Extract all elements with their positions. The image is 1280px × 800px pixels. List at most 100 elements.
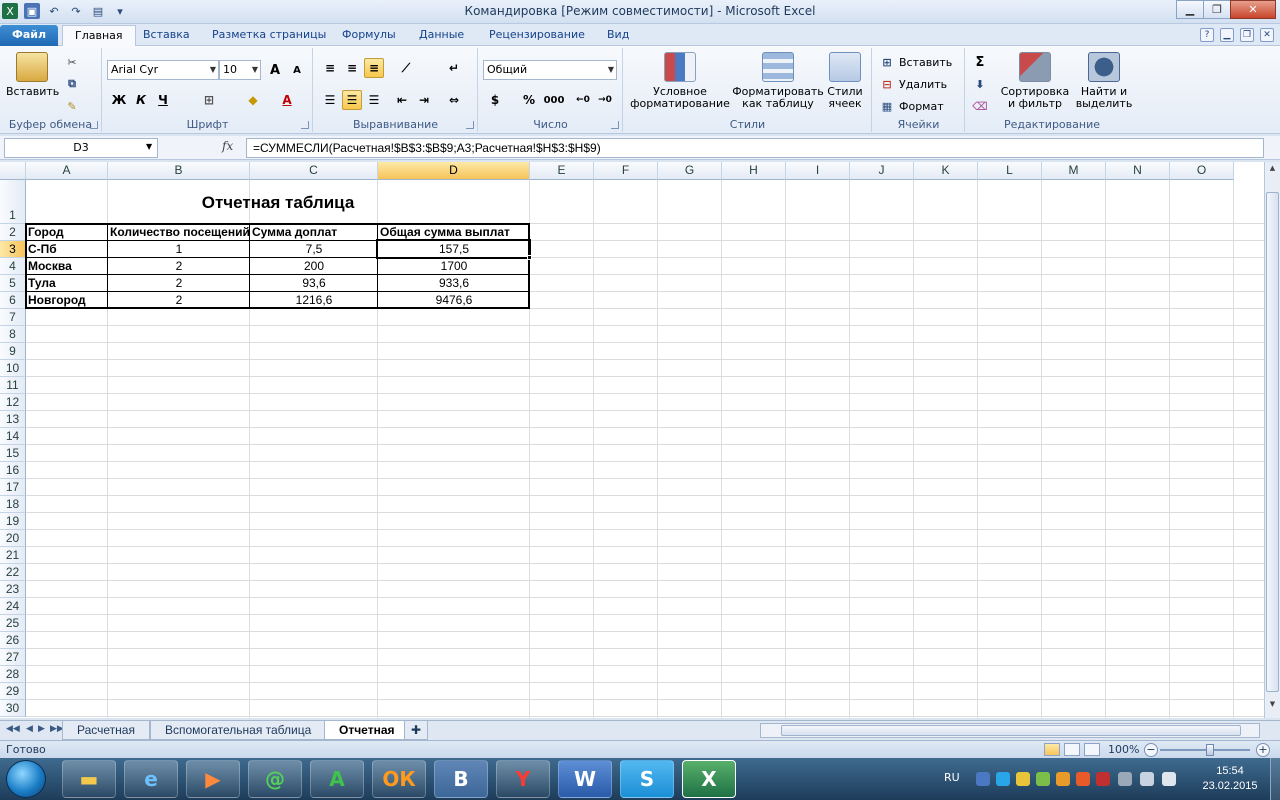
row-header[interactable]: 10 (0, 360, 26, 377)
signal-icon[interactable] (1140, 772, 1154, 786)
sheet-tab-vspomogatelnaya[interactable]: Вспомогательная таблица (150, 721, 327, 740)
insert-sheet-button[interactable]: ✚ (404, 721, 429, 740)
tab-formulas[interactable]: Формулы (330, 25, 408, 46)
table-data-cell[interactable]: 93,6 (250, 275, 378, 292)
adobe-taskbar-button[interactable]: A (310, 760, 364, 798)
table-data-cell[interactable]: 933,6 (378, 275, 530, 292)
align-bottom-button[interactable]: ≡ (364, 58, 384, 78)
minimize-button[interactable]: ▁ (1176, 0, 1204, 19)
row-header[interactable]: 12 (0, 394, 26, 411)
underline-button[interactable]: Ч (153, 90, 173, 110)
row-header[interactable]: 17 (0, 479, 26, 496)
alignment-launcher[interactable] (466, 121, 474, 129)
tab-data[interactable]: Данные (407, 25, 476, 46)
align-top-button[interactable]: ≡ (320, 58, 340, 78)
undo-icon[interactable]: ↶ (46, 3, 62, 19)
clear-button[interactable]: ⌫ (972, 96, 988, 116)
row-header[interactable]: 20 (0, 530, 26, 547)
volume-icon[interactable] (1162, 772, 1176, 786)
show-desktop-button[interactable] (1270, 758, 1280, 800)
format-as-table-button[interactable]: Форматировать как таблицу (732, 52, 824, 110)
bold-button[interactable]: Ж (109, 90, 129, 110)
save-icon[interactable]: ▣ (24, 3, 40, 19)
close-button[interactable]: ✕ (1230, 0, 1276, 19)
yandex-taskbar-button[interactable]: Y (496, 760, 550, 798)
tray-app2-icon[interactable] (1076, 772, 1090, 786)
customize-qat-icon[interactable]: ▾ (112, 3, 128, 19)
help-icon[interactable]: ? (1200, 28, 1214, 42)
decrease-decimal-button[interactable]: →0 (595, 90, 615, 110)
internet-explorer-taskbar-button[interactable]: e (124, 760, 178, 798)
row-header[interactable]: 27 (0, 649, 26, 666)
insert-cells-button[interactable]: ⊞ Вставить (879, 52, 952, 72)
merge-center-button[interactable]: ⇔ (444, 90, 464, 110)
number-format-combo[interactable]: Общий ▼ (483, 60, 617, 80)
prev-sheet-icon[interactable]: ◀ (26, 724, 33, 734)
row-header[interactable]: 9 (0, 343, 26, 360)
ribbon-minimize-icon[interactable]: ▁ (1220, 28, 1234, 42)
table-data-cell[interactable]: 7,5 (250, 241, 378, 258)
table-header-cell[interactable]: Город (26, 224, 108, 241)
column-header[interactable]: K (914, 162, 978, 180)
media-player-taskbar-button[interactable]: ▶ (186, 760, 240, 798)
column-header[interactable]: B (108, 162, 250, 180)
row-header[interactable]: 24 (0, 598, 26, 615)
column-header[interactable]: C (250, 162, 378, 180)
start-button[interactable] (6, 760, 46, 798)
next-sheet-icon[interactable]: ▶ (38, 724, 45, 734)
vkontakte-taskbar-button[interactable]: B (434, 760, 488, 798)
tray-alert-icon[interactable] (1096, 772, 1110, 786)
bluetooth-icon[interactable] (976, 772, 990, 786)
column-header[interactable]: M (1042, 162, 1106, 180)
sheet-title[interactable]: Отчетная таблица (26, 192, 530, 214)
doc-close-icon[interactable]: ✕ (1260, 28, 1274, 42)
find-select-button[interactable]: Найти и выделить (1074, 52, 1134, 110)
icq-taskbar-button[interactable]: @ (248, 760, 302, 798)
zoom-slider-knob[interactable] (1206, 744, 1214, 756)
page-break-view-button[interactable] (1084, 743, 1100, 756)
doc-restore-icon[interactable]: ❐ (1240, 28, 1254, 42)
sheet-tab-otchetnaya[interactable]: Отчетная (324, 721, 410, 740)
select-all-corner[interactable] (0, 162, 26, 180)
format-cells-button[interactable]: ▦ Формат (879, 96, 944, 116)
percent-button[interactable]: % (519, 90, 539, 110)
row-header[interactable]: 3 (0, 241, 26, 258)
orientation-button[interactable]: ⟋ (396, 58, 416, 78)
tab-home[interactable]: Главная (62, 25, 136, 47)
font-launcher[interactable] (301, 121, 309, 129)
row-header[interactable]: 28 (0, 666, 26, 683)
row-header[interactable]: 29 (0, 683, 26, 700)
column-header[interactable]: H (722, 162, 786, 180)
horizontal-scroll-thumb[interactable] (781, 725, 1241, 736)
row-header[interactable]: 13 (0, 411, 26, 428)
row-header[interactable]: 21 (0, 547, 26, 564)
redo-icon[interactable]: ↷ (68, 3, 84, 19)
font-color-button[interactable]: A (277, 90, 297, 110)
table-header-cell[interactable]: Общая сумма выплат (378, 224, 530, 241)
excel-taskbar-button[interactable]: X (682, 760, 736, 798)
first-sheet-icon[interactable]: ◀◀ (6, 724, 20, 734)
conditional-formatting-button[interactable]: Условное форматирование (626, 52, 734, 110)
align-left-button[interactable]: ☰ (320, 90, 340, 110)
fill-handle[interactable] (527, 255, 532, 260)
column-header[interactable]: O (1170, 162, 1234, 180)
tray-app-icon[interactable] (1016, 772, 1030, 786)
row-header[interactable]: 18 (0, 496, 26, 513)
clipboard-launcher[interactable] (90, 121, 98, 129)
security-icon[interactable] (1036, 772, 1050, 786)
italic-button[interactable]: К (131, 90, 151, 110)
delete-cells-button[interactable]: ⊟ Удалить (879, 74, 947, 94)
table-data-cell[interactable]: 1700 (378, 258, 530, 275)
explorer-taskbar-button[interactable]: ▬ (62, 760, 116, 798)
normal-view-button[interactable] (1044, 743, 1060, 756)
table-data-cell[interactable]: 1 (108, 241, 250, 258)
row-header[interactable]: 14 (0, 428, 26, 445)
copy-button[interactable]: ⧉ (64, 74, 80, 94)
scroll-down-icon[interactable]: ▼ (1266, 700, 1279, 714)
odnoklassniki-taskbar-button[interactable]: ОК (372, 760, 426, 798)
zoom-slider-track[interactable] (1160, 749, 1250, 751)
align-middle-button[interactable]: ≡ (342, 58, 362, 78)
sheet-tab-raschetnaya[interactable]: Расчетная (62, 721, 150, 740)
table-header-cell[interactable]: Сумма доплат (250, 224, 378, 241)
vertical-scroll-thumb[interactable] (1266, 192, 1279, 692)
